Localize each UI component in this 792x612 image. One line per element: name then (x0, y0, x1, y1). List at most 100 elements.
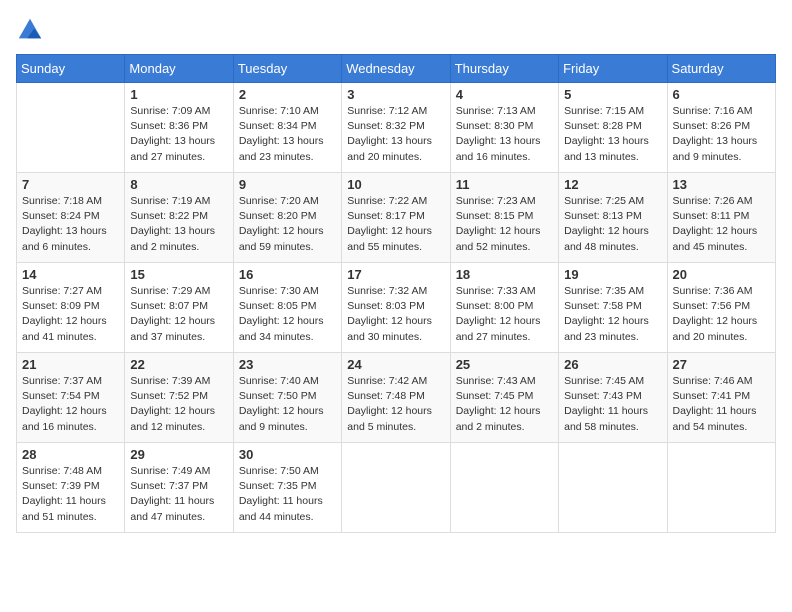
day-info: Sunrise: 7:33 AM Sunset: 8:00 PM Dayligh… (456, 284, 553, 345)
calendar-cell: 13 Sunrise: 7:26 AM Sunset: 8:11 PM Dayli… (667, 173, 775, 263)
day-info: Sunrise: 7:42 AM Sunset: 7:48 PM Dayligh… (347, 374, 444, 435)
calendar-body: 1 Sunrise: 7:09 AM Sunset: 8:36 PM Daylig… (17, 83, 776, 533)
calendar-cell: 29 Sunrise: 7:49 AM Sunset: 7:37 PM Dayli… (125, 443, 233, 533)
day-number: 7 (22, 177, 119, 192)
day-info: Sunrise: 7:37 AM Sunset: 7:54 PM Dayligh… (22, 374, 119, 435)
day-info: Sunrise: 7:25 AM Sunset: 8:13 PM Dayligh… (564, 194, 661, 255)
week-row-4: 21 Sunrise: 7:37 AM Sunset: 7:54 PM Dayli… (17, 353, 776, 443)
day-info: Sunrise: 7:50 AM Sunset: 7:35 PM Dayligh… (239, 464, 336, 525)
day-info: Sunrise: 7:09 AM Sunset: 8:36 PM Dayligh… (130, 104, 227, 165)
day-number: 3 (347, 87, 444, 102)
day-info: Sunrise: 7:35 AM Sunset: 7:58 PM Dayligh… (564, 284, 661, 345)
calendar-table: SundayMondayTuesdayWednesdayThursdayFrid… (16, 54, 776, 533)
day-number: 30 (239, 447, 336, 462)
calendar-cell: 24 Sunrise: 7:42 AM Sunset: 7:48 PM Dayli… (342, 353, 450, 443)
calendar-cell: 17Sunrise: 7:32 AM Sunset: 8:03 PM Dayli… (342, 263, 450, 353)
calendar-cell: 22 Sunrise: 7:39 AM Sunset: 7:52 PM Dayli… (125, 353, 233, 443)
day-info: Sunrise: 7:40 AM Sunset: 7:50 PM Dayligh… (239, 374, 336, 435)
calendar-cell: 26 Sunrise: 7:45 AM Sunset: 7:43 PM Dayli… (559, 353, 667, 443)
day-info: Sunrise: 7:43 AM Sunset: 7:45 PM Dayligh… (456, 374, 553, 435)
calendar-header-saturday: Saturday (667, 55, 775, 83)
day-number: 5 (564, 87, 661, 102)
day-number: 21 (22, 357, 119, 372)
calendar-cell (559, 443, 667, 533)
day-number: 23 (239, 357, 336, 372)
day-info: Sunrise: 7:22 AM Sunset: 8:17 PM Dayligh… (347, 194, 444, 255)
day-number: 26 (564, 357, 661, 372)
day-number: 28 (22, 447, 119, 462)
day-info: Sunrise: 7:15 AM Sunset: 8:28 PM Dayligh… (564, 104, 661, 165)
day-info: Sunrise: 7:20 AM Sunset: 8:20 PM Dayligh… (239, 194, 336, 255)
calendar-header-friday: Friday (559, 55, 667, 83)
day-number: 13 (673, 177, 770, 192)
logo-icon (16, 16, 44, 44)
calendar-cell: 6 Sunrise: 7:16 AM Sunset: 8:26 PM Daylig… (667, 83, 775, 173)
calendar-header-tuesday: Tuesday (233, 55, 341, 83)
calendar-cell: 4Sunrise: 7:13 AM Sunset: 8:30 PM Daylig… (450, 83, 558, 173)
day-info: Sunrise: 7:48 AM Sunset: 7:39 PM Dayligh… (22, 464, 119, 525)
day-number: 25 (456, 357, 553, 372)
day-info: Sunrise: 7:45 AM Sunset: 7:43 PM Dayligh… (564, 374, 661, 435)
calendar-cell: 10 Sunrise: 7:22 AM Sunset: 8:17 PM Dayli… (342, 173, 450, 263)
calendar-cell: 25 Sunrise: 7:43 AM Sunset: 7:45 PM Dayli… (450, 353, 558, 443)
day-number: 14 (22, 267, 119, 282)
calendar-cell: 16 Sunrise: 7:30 AM Sunset: 8:05 PM Dayli… (233, 263, 341, 353)
calendar-cell: 21 Sunrise: 7:37 AM Sunset: 7:54 PM Dayli… (17, 353, 125, 443)
week-row-2: 7 Sunrise: 7:18 AM Sunset: 8:24 PM Daylig… (17, 173, 776, 263)
day-info: Sunrise: 7:46 AM Sunset: 7:41 PM Dayligh… (673, 374, 770, 435)
day-number: 24 (347, 357, 444, 372)
day-number: 17 (347, 267, 444, 282)
day-number: 6 (673, 87, 770, 102)
week-row-5: 28 Sunrise: 7:48 AM Sunset: 7:39 PM Dayli… (17, 443, 776, 533)
day-info: Sunrise: 7:26 AM Sunset: 8:11 PM Dayligh… (673, 194, 770, 255)
day-number: 20 (673, 267, 770, 282)
day-info: Sunrise: 7:49 AM Sunset: 7:37 PM Dayligh… (130, 464, 227, 525)
day-number: 10 (347, 177, 444, 192)
day-info: Sunrise: 7:30 AM Sunset: 8:05 PM Dayligh… (239, 284, 336, 345)
day-info: Sunrise: 7:27 AM Sunset: 8:09 PM Dayligh… (22, 284, 119, 345)
day-number: 15 (130, 267, 227, 282)
day-number: 4 (456, 87, 553, 102)
calendar-cell: 27 Sunrise: 7:46 AM Sunset: 7:41 PM Dayli… (667, 353, 775, 443)
day-info: Sunrise: 7:12 AM Sunset: 8:32 PM Dayligh… (347, 104, 444, 165)
day-number: 1 (130, 87, 227, 102)
day-number: 8 (130, 177, 227, 192)
calendar-cell (667, 443, 775, 533)
day-number: 18 (456, 267, 553, 282)
day-info: Sunrise: 7:19 AM Sunset: 8:22 PM Dayligh… (130, 194, 227, 255)
calendar-cell: 19Sunrise: 7:35 AM Sunset: 7:58 PM Dayli… (559, 263, 667, 353)
calendar-cell: 7 Sunrise: 7:18 AM Sunset: 8:24 PM Daylig… (17, 173, 125, 263)
calendar-cell: 3 Sunrise: 7:12 AM Sunset: 8:32 PM Daylig… (342, 83, 450, 173)
calendar-cell: 12 Sunrise: 7:25 AM Sunset: 8:13 PM Dayli… (559, 173, 667, 263)
day-info: Sunrise: 7:16 AM Sunset: 8:26 PM Dayligh… (673, 104, 770, 165)
day-info: Sunrise: 7:29 AM Sunset: 8:07 PM Dayligh… (130, 284, 227, 345)
day-number: 9 (239, 177, 336, 192)
calendar-cell: 18 Sunrise: 7:33 AM Sunset: 8:00 PM Dayli… (450, 263, 558, 353)
day-info: Sunrise: 7:23 AM Sunset: 8:15 PM Dayligh… (456, 194, 553, 255)
calendar-cell: 15 Sunrise: 7:29 AM Sunset: 8:07 PM Dayli… (125, 263, 233, 353)
day-number: 16 (239, 267, 336, 282)
day-info: Sunrise: 7:18 AM Sunset: 8:24 PM Dayligh… (22, 194, 119, 255)
calendar-cell: 23 Sunrise: 7:40 AM Sunset: 7:50 PM Dayli… (233, 353, 341, 443)
header (16, 16, 776, 44)
calendar-cell (450, 443, 558, 533)
calendar-header-thursday: Thursday (450, 55, 558, 83)
calendar-cell: 2Sunrise: 7:10 AM Sunset: 8:34 PM Daylig… (233, 83, 341, 173)
day-number: 11 (456, 177, 553, 192)
day-number: 12 (564, 177, 661, 192)
day-info: Sunrise: 7:36 AM Sunset: 7:56 PM Dayligh… (673, 284, 770, 345)
day-number: 27 (673, 357, 770, 372)
week-row-1: 1 Sunrise: 7:09 AM Sunset: 8:36 PM Daylig… (17, 83, 776, 173)
calendar-header-wednesday: Wednesday (342, 55, 450, 83)
calendar-header-monday: Monday (125, 55, 233, 83)
calendar-cell: 14 Sunrise: 7:27 AM Sunset: 8:09 PM Dayli… (17, 263, 125, 353)
calendar-cell (17, 83, 125, 173)
calendar-cell (342, 443, 450, 533)
calendar-cell: 11 Sunrise: 7:23 AM Sunset: 8:15 PM Dayli… (450, 173, 558, 263)
day-number: 29 (130, 447, 227, 462)
day-number: 22 (130, 357, 227, 372)
day-number: 2 (239, 87, 336, 102)
calendar-cell: 9 Sunrise: 7:20 AM Sunset: 8:20 PM Daylig… (233, 173, 341, 263)
day-info: Sunrise: 7:39 AM Sunset: 7:52 PM Dayligh… (130, 374, 227, 435)
calendar-header-row: SundayMondayTuesdayWednesdayThursdayFrid… (17, 55, 776, 83)
